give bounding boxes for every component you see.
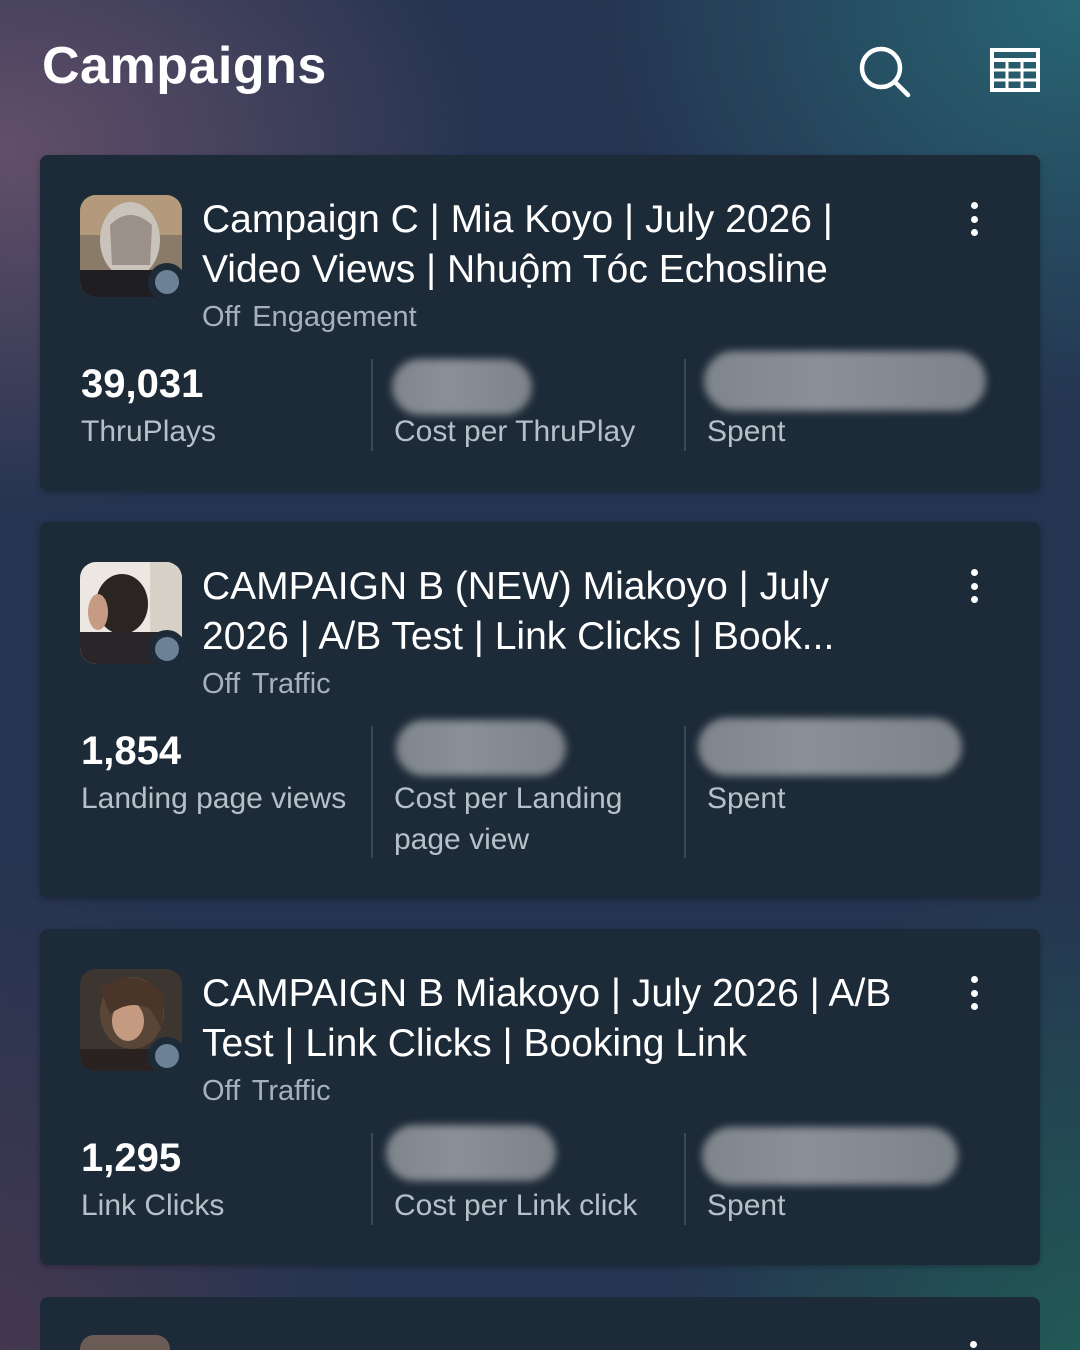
- campaign-status-line: Off Traffic: [202, 1075, 331, 1108]
- more-options-button[interactable]: [970, 1341, 977, 1348]
- redacted-value: [704, 351, 986, 411]
- campaign-status-line: Off Engagement: [202, 301, 417, 334]
- campaign-card-partial[interactable]: [40, 1297, 1040, 1350]
- cost-label: Cost per Landing page view: [394, 782, 623, 856]
- status-indicator: [148, 630, 186, 668]
- more-options-button[interactable]: [958, 973, 990, 1013]
- redacted-value: [396, 720, 566, 776]
- search-button[interactable]: [853, 40, 913, 100]
- search-icon: [859, 46, 911, 98]
- divider: [371, 726, 373, 858]
- campaign-thumbnail: [80, 1335, 170, 1350]
- metric-label: ThruPlays: [81, 415, 217, 448]
- metric-label: Link Clicks: [81, 1189, 225, 1222]
- divider: [371, 1133, 373, 1225]
- more-options-button[interactable]: [958, 566, 990, 606]
- campaign-status: Off: [202, 668, 241, 700]
- redacted-value: [392, 359, 532, 415]
- metric-value: 1,295: [81, 1136, 182, 1180]
- campaign-card[interactable]: CAMPAIGN B (NEW) Miakoyo | July 2026 | A…: [40, 522, 1040, 898]
- more-options-button[interactable]: [958, 199, 990, 239]
- spent-label: Spent: [707, 415, 786, 448]
- table-view-button[interactable]: [985, 40, 1045, 100]
- campaign-objective: Traffic: [251, 1075, 331, 1107]
- redacted-value: [702, 1127, 958, 1185]
- spent-label: Spent: [707, 782, 786, 815]
- cost-label: Cost per Link click: [394, 1189, 638, 1222]
- divider: [684, 726, 686, 858]
- spent-label: Spent: [707, 1189, 786, 1222]
- campaign-name[interactable]: CAMPAIGN B Miakoyo | July 2026 | A/B Tes…: [202, 969, 902, 1069]
- app-header: Campaigns: [0, 0, 1080, 140]
- campaign-objective: Traffic: [251, 668, 331, 700]
- campaign-card[interactable]: CAMPAIGN B Miakoyo | July 2026 | A/B Tes…: [40, 929, 1040, 1265]
- divider: [371, 359, 373, 451]
- divider: [684, 1133, 686, 1225]
- campaign-card[interactable]: Campaign C | Mia Koyo | July 2026 | Vide…: [40, 155, 1040, 491]
- redacted-value: [386, 1125, 556, 1181]
- divider: [684, 359, 686, 451]
- campaign-status: Off: [202, 1075, 241, 1107]
- page-title: Campaigns: [42, 37, 327, 95]
- campaign-name[interactable]: CAMPAIGN B (NEW) Miakoyo | July 2026 | A…: [202, 562, 902, 662]
- metric-value: 39,031: [81, 362, 204, 406]
- redacted-value: [698, 718, 962, 776]
- table-view-icon: [990, 48, 1040, 92]
- status-indicator: [148, 1037, 186, 1075]
- campaign-name[interactable]: Campaign C | Mia Koyo | July 2026 | Vide…: [202, 195, 902, 295]
- campaign-objective: Engagement: [252, 301, 417, 333]
- status-indicator: [148, 263, 186, 301]
- cost-label: Cost per ThruPlay: [394, 415, 636, 448]
- campaign-status: Off: [202, 301, 241, 333]
- metric-value: 1,854: [81, 729, 182, 773]
- metric-label: Landing page views: [81, 782, 347, 815]
- campaign-status-line: Off Traffic: [202, 668, 331, 701]
